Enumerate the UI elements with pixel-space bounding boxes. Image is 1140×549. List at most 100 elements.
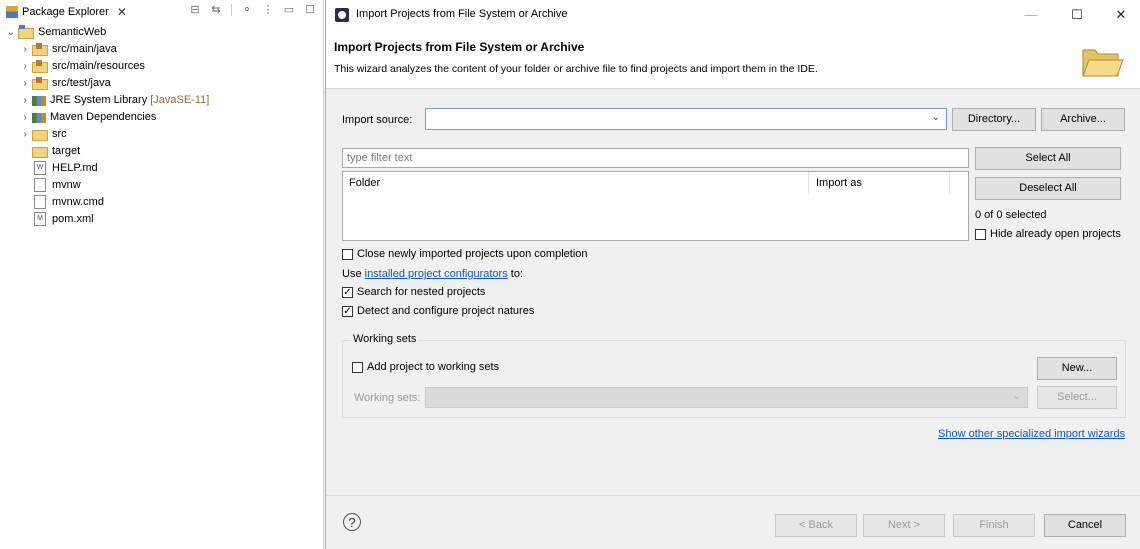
folder-icon bbox=[32, 129, 48, 141]
next-button[interactable]: Next > bbox=[863, 514, 945, 537]
tree-item-label: src/main/resources bbox=[52, 60, 145, 72]
checkmark-icon[interactable]: ✓ bbox=[342, 305, 353, 317]
dialog-title-bar[interactable]: Import Projects from File System or Arch… bbox=[326, 0, 1140, 30]
working-sets-group-label: Working sets bbox=[351, 333, 419, 345]
link-with-editor-icon[interactable]: ⇆ bbox=[210, 4, 222, 16]
view-toolbar: ⊟ ⇆ ⚬ ⋮ ▭ ☐ bbox=[189, 4, 316, 16]
library-icon bbox=[32, 112, 46, 123]
checkmark-icon[interactable]: ✓ bbox=[342, 286, 353, 298]
import-as-column-header[interactable]: Import as bbox=[810, 172, 950, 194]
markdown-file-icon: W bbox=[34, 161, 46, 175]
maximize-button[interactable]: ☐ bbox=[1062, 4, 1092, 26]
hide-open-projects-checkbox[interactable]: Hide already open projects bbox=[975, 228, 1121, 240]
search-nested-checkbox[interactable]: ✓ Search for nested projects bbox=[342, 286, 485, 298]
select-all-button[interactable]: Select All bbox=[975, 147, 1121, 170]
open-folder-icon bbox=[1082, 49, 1124, 77]
detect-natures-checkbox[interactable]: ✓ Detect and configure project natures bbox=[342, 305, 534, 317]
import-dialog: Import Projects from File System or Arch… bbox=[325, 0, 1140, 549]
tree-item-label: target bbox=[52, 145, 81, 157]
tree-item-label: src/test/java bbox=[52, 77, 111, 89]
tree-item-target[interactable]: target bbox=[32, 143, 80, 159]
checkbox-label: Close newly imported projects upon compl… bbox=[357, 248, 588, 260]
directory-button[interactable]: Directory... bbox=[952, 108, 1036, 131]
tree-item-label: JRE System Library bbox=[50, 94, 148, 106]
configurators-suffix: to: bbox=[507, 268, 523, 280]
working-sets-combo[interactable]: ⌄ bbox=[425, 387, 1028, 408]
checkbox-label: Add project to working sets bbox=[367, 361, 500, 373]
tree-item-src-main-java[interactable]: › src/main/java bbox=[20, 41, 117, 57]
archive-button[interactable]: Archive... bbox=[1041, 108, 1125, 131]
view-tab-bar: Package Explorer ✕ ⊟ ⇆ ⚬ ⋮ ▭ ☐ bbox=[0, 0, 324, 22]
tree-item-label: src/main/java bbox=[52, 43, 117, 55]
filter-input[interactable]: type filter text bbox=[342, 148, 969, 168]
package-explorer-tab[interactable]: Package Explorer ✕ bbox=[6, 4, 127, 20]
twisty-collapsed-icon[interactable]: › bbox=[20, 112, 30, 123]
chevron-down-icon[interactable]: ⌄ bbox=[1013, 391, 1021, 402]
tree-item-maven-dependencies[interactable]: › Maven Dependencies bbox=[20, 109, 156, 125]
tree-item-src-test-java[interactable]: › src/test/java bbox=[20, 75, 111, 91]
package-explorer-icon bbox=[6, 6, 18, 18]
new-working-set-button[interactable]: New... bbox=[1037, 357, 1117, 380]
checkbox-box[interactable] bbox=[342, 248, 353, 260]
tree-item-help-md[interactable]: W HELP.md bbox=[34, 160, 98, 176]
working-sets-group: Working sets Add project to working sets… bbox=[342, 333, 1126, 418]
selected-count: 0 of 0 selected bbox=[975, 209, 1047, 221]
twisty-expanded-icon[interactable]: ⌄ bbox=[6, 27, 16, 38]
minimize-button[interactable]: — bbox=[1016, 4, 1046, 26]
close-button[interactable]: ✕ bbox=[1106, 4, 1136, 26]
text-file-icon bbox=[34, 178, 46, 192]
working-sets-label: Working sets: bbox=[354, 392, 421, 404]
configurators-prefix: Use bbox=[342, 268, 365, 280]
tree-item-label: Maven Dependencies bbox=[50, 111, 157, 123]
twisty-collapsed-icon[interactable]: › bbox=[20, 44, 30, 55]
tree-item-jre-library[interactable]: › JRE System Library [JavaSE-11] bbox=[20, 92, 209, 108]
close-imported-checkbox[interactable]: Close newly imported projects upon compl… bbox=[342, 248, 588, 260]
projects-table[interactable]: Folder Import as bbox=[342, 171, 969, 241]
cancel-button[interactable]: Cancel bbox=[1044, 514, 1126, 537]
checkbox-label: Detect and configure project natures bbox=[357, 305, 535, 317]
maven-file-icon: M bbox=[34, 212, 46, 226]
tree-item-pom-xml[interactable]: M pom.xml bbox=[34, 211, 94, 227]
deselect-all-button[interactable]: Deselect All bbox=[975, 177, 1121, 200]
package-explorer-view: Package Explorer ✕ ⊟ ⇆ ⚬ ⋮ ▭ ☐ ⌄ Semanti… bbox=[0, 0, 324, 549]
tree-item-src[interactable]: › src bbox=[20, 126, 67, 142]
back-button[interactable]: < Back bbox=[775, 514, 857, 537]
tree-item-mvnw-cmd[interactable]: mvnw.cmd bbox=[34, 194, 104, 210]
twisty-collapsed-icon[interactable]: › bbox=[20, 129, 30, 140]
focus-icon[interactable]: ⚬ bbox=[241, 4, 253, 16]
tab-title: Package Explorer bbox=[22, 6, 109, 18]
tree-item-mvnw[interactable]: mvnw bbox=[34, 177, 81, 193]
tree-item-src-main-resources[interactable]: › src/main/resources bbox=[20, 58, 145, 74]
twisty-collapsed-icon[interactable]: › bbox=[20, 61, 30, 72]
twisty-collapsed-icon[interactable]: › bbox=[20, 95, 30, 106]
finish-button[interactable]: Finish bbox=[953, 514, 1035, 537]
folder-column-header[interactable]: Folder bbox=[343, 172, 809, 194]
window-title: Import Projects from File System or Arch… bbox=[356, 8, 568, 20]
help-icon[interactable]: ? bbox=[343, 513, 361, 531]
tree-item-label: SemanticWeb bbox=[38, 26, 107, 38]
source-folder-icon bbox=[32, 59, 48, 73]
tree-item-label: HELP.md bbox=[52, 162, 98, 174]
tree-item-label: pom.xml bbox=[52, 213, 94, 225]
collapse-all-icon[interactable]: ⊟ bbox=[189, 4, 201, 16]
import-source-combo[interactable]: ⌄ bbox=[425, 108, 947, 130]
cmd-file-icon bbox=[34, 195, 46, 209]
minimize-icon[interactable]: ▭ bbox=[283, 4, 295, 16]
installed-configurators-link[interactable]: installed project configurators bbox=[365, 268, 508, 280]
checkbox-label: Hide already open projects bbox=[990, 228, 1121, 240]
other-import-wizards-link[interactable]: Show other specialized import wizards bbox=[938, 428, 1125, 440]
wizard-title: Import Projects from File System or Arch… bbox=[334, 40, 585, 54]
add-to-working-sets-checkbox[interactable]: Add project to working sets bbox=[352, 361, 499, 373]
tree-item-decoration: [JavaSE-11] bbox=[150, 94, 210, 106]
library-icon bbox=[32, 95, 46, 106]
checkbox-box[interactable] bbox=[352, 361, 363, 373]
checkbox-label: Search for nested projects bbox=[357, 286, 486, 298]
checkbox-box[interactable] bbox=[975, 228, 986, 240]
maximize-icon[interactable]: ☐ bbox=[304, 4, 316, 16]
select-working-sets-button[interactable]: Select... bbox=[1037, 386, 1117, 409]
view-menu-icon[interactable]: ⋮ bbox=[262, 4, 274, 16]
close-icon[interactable]: ✕ bbox=[117, 5, 127, 19]
twisty-collapsed-icon[interactable]: › bbox=[20, 78, 30, 89]
chevron-down-icon[interactable]: ⌄ bbox=[932, 112, 940, 123]
tree-item-project[interactable]: ⌄ SemanticWeb bbox=[6, 24, 106, 40]
